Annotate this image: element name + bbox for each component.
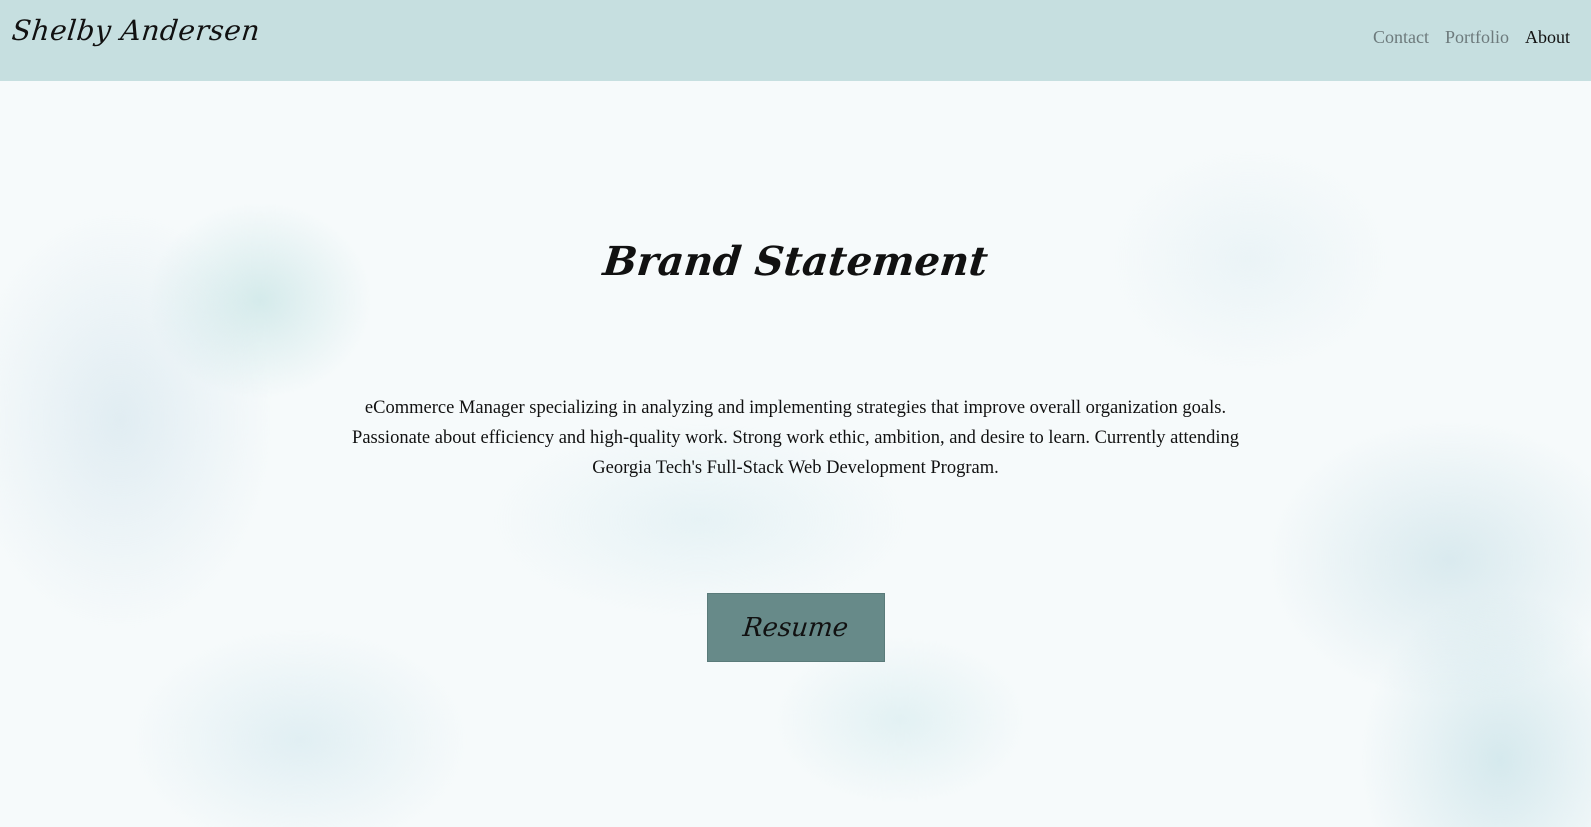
resume-button-label: Resume [741, 612, 851, 643]
brand-statement-text: eCommerce Manager specializing in analyz… [352, 398, 1239, 478]
main-nav: Contact Portfolio About [1373, 27, 1570, 48]
site-logo[interactable]: Shelby Andersen [10, 14, 261, 47]
nav-portfolio-link[interactable]: Portfolio [1445, 27, 1509, 48]
nav-about-link[interactable]: About [1525, 27, 1570, 48]
page-title: Brand Statement [600, 238, 991, 285]
resume-button[interactable]: Resume [707, 593, 885, 662]
nav-contact-link[interactable]: Contact [1373, 27, 1429, 48]
site-header: Shelby Andersen Contact Portfolio About [0, 0, 1591, 81]
